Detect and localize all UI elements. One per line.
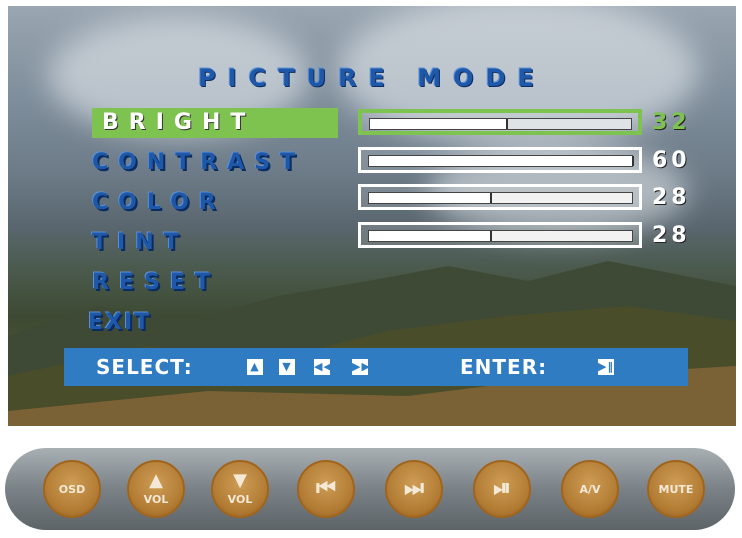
slider-track (369, 118, 632, 130)
menu-item-reset[interactable]: RESET (92, 268, 220, 298)
osd-button[interactable]: OSD (43, 460, 101, 518)
triangle-up-icon: ▲ (149, 470, 163, 491)
mute-button[interactable]: MUTE (647, 460, 705, 518)
av-button[interactable]: A/V (561, 460, 619, 518)
osd-screen: PICTURE MODE BRIGHT CONTRAST COLOR TINT … (8, 6, 736, 426)
slider-track (368, 230, 633, 242)
triangle-down-icon: ▼ (233, 470, 247, 491)
button-label: VOL (227, 493, 253, 506)
bright-slider[interactable] (358, 109, 642, 135)
select-hint-bar: SELECT: ▲ ▼ ◀◀ ▶▶ ENTER: ▶‖ (64, 348, 688, 386)
contrast-slider[interactable] (358, 147, 642, 173)
slider-fill (369, 156, 634, 166)
up-arrow-icon: ▲ (247, 359, 263, 375)
play-pause-key-icon: ▶‖ (598, 359, 614, 375)
menu-item-contrast[interactable]: CONTRAST (92, 148, 305, 178)
slider-track (368, 155, 634, 167)
enter-label: ENTER: (460, 355, 548, 379)
play-pause-icon: ⏯ (493, 476, 511, 501)
menu-item-exit[interactable]: EXIT (88, 308, 151, 338)
menu-title: PICTURE MODE (198, 64, 546, 92)
contrast-value: 60 (652, 148, 691, 173)
vol-up-button[interactable]: ▲ VOL (127, 460, 185, 518)
down-arrow-icon: ▼ (279, 359, 295, 375)
skip-forward-icon: ⏭ (404, 476, 424, 501)
menu-item-tint[interactable]: TINT (92, 228, 189, 258)
fast-forward-icon: ▶▶ (352, 359, 371, 375)
slider-track (368, 192, 633, 204)
tint-value: 28 (652, 223, 691, 248)
slider-fill (369, 231, 492, 241)
slider-fill (369, 193, 492, 203)
button-label: MUTE (658, 483, 694, 496)
rewind-icon: ◀◀ (314, 359, 333, 375)
button-label: OSD (58, 483, 86, 496)
slider-fill (370, 119, 508, 129)
menu-item-bright[interactable]: BRIGHT (92, 108, 338, 138)
previous-button[interactable]: ⏮ (297, 460, 355, 518)
vol-down-button[interactable]: ▼ VOL (211, 460, 269, 518)
color-slider[interactable] (358, 184, 642, 210)
bright-value: 32 (652, 110, 691, 135)
color-value: 28 (652, 185, 691, 210)
menu-item-color[interactable]: COLOR (92, 188, 226, 218)
button-label: VOL (143, 493, 169, 506)
next-button[interactable]: ⏭ (385, 460, 443, 518)
button-label: A/V (579, 483, 601, 496)
control-button-panel: OSD ▲ VOL ▼ VOL ⏮ ⏭ ⏯ A/V MUTE (5, 448, 735, 530)
play-pause-button[interactable]: ⏯ (473, 460, 531, 518)
skip-back-icon: ⏮ (316, 476, 336, 501)
tint-slider[interactable] (358, 222, 642, 248)
select-label: SELECT: (96, 355, 193, 379)
